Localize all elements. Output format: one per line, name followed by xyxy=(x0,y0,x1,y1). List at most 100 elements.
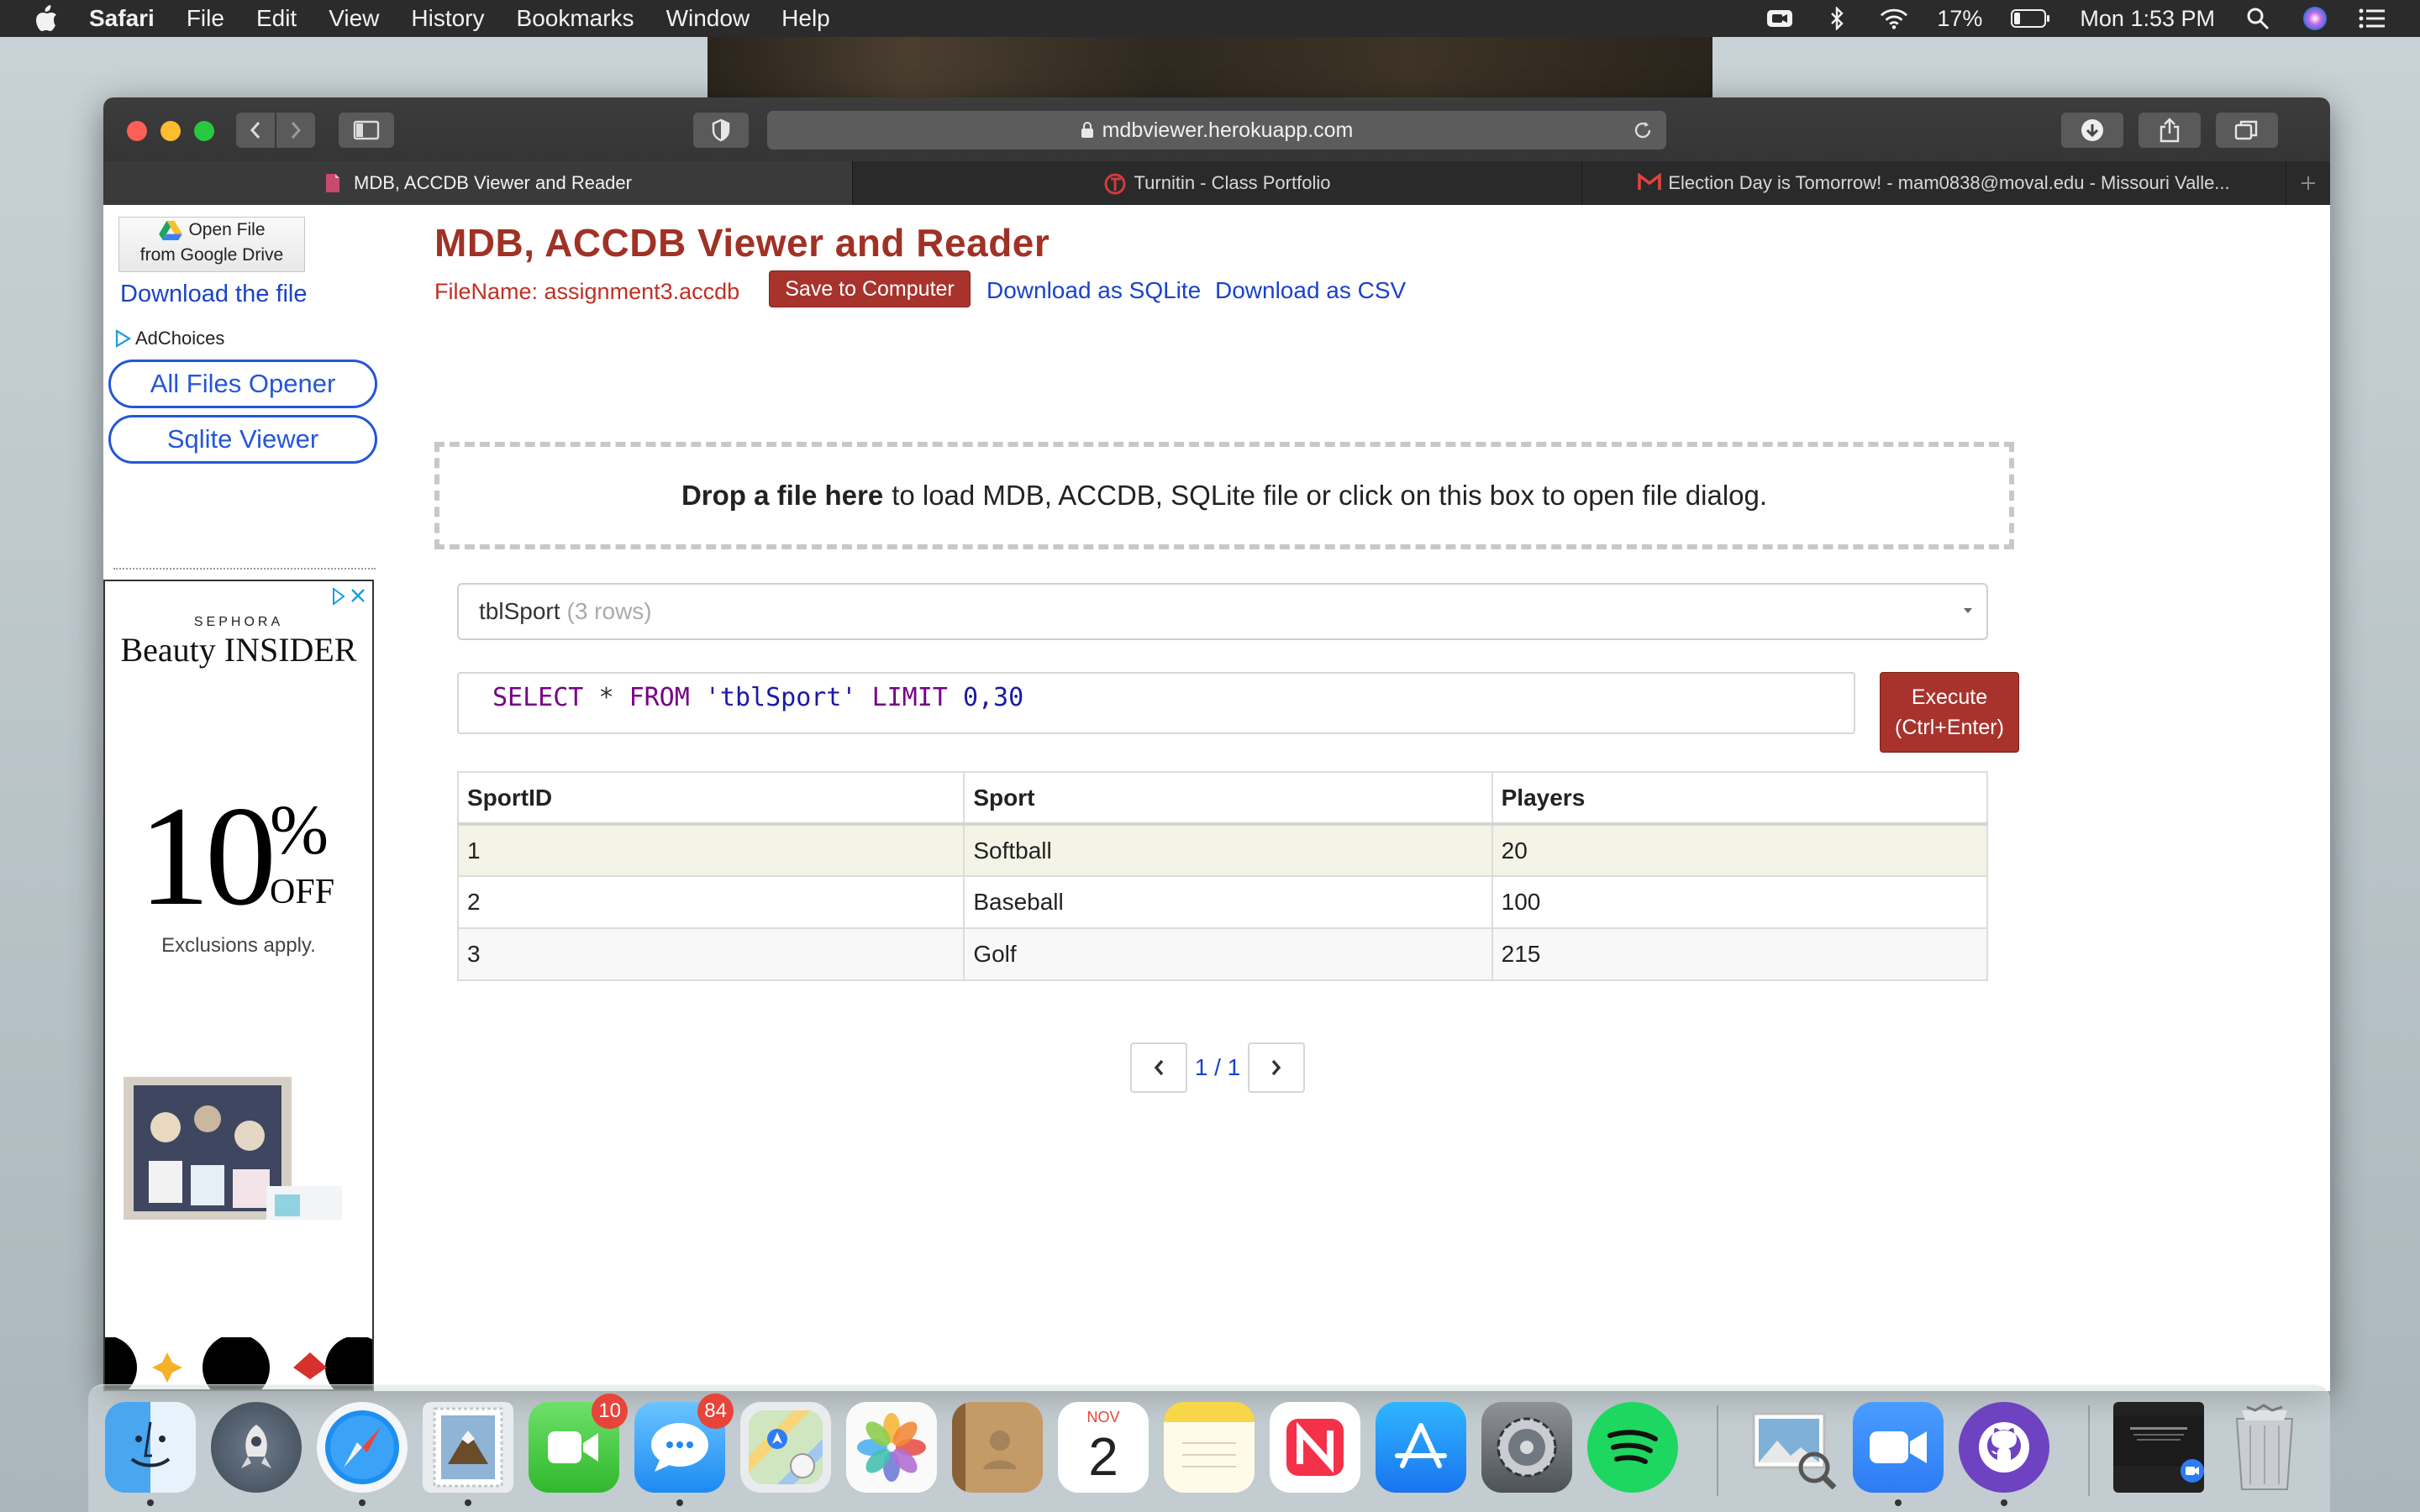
page-title: MDB, ACCDB Viewer and Reader xyxy=(434,221,1050,265)
sql-limit-range: 0,30 xyxy=(962,683,1024,712)
github-desktop-icon[interactable] xyxy=(1959,1402,2049,1493)
sqlite-viewer-button[interactable]: Sqlite Viewer xyxy=(108,415,377,464)
safari-window: mdbviewer.herokuapp.com MDB, ACCDB Viewe… xyxy=(103,97,2330,1391)
notification-center-icon[interactable] xyxy=(2358,6,2386,31)
preview-icon[interactable] xyxy=(1747,1402,1838,1493)
address-bar[interactable]: mdbviewer.herokuapp.com xyxy=(767,111,1666,150)
menu-view[interactable]: View xyxy=(329,5,379,32)
ad-discount-number: 10 xyxy=(139,777,276,935)
messages-icon[interactable]: 84 xyxy=(634,1394,734,1493)
zoom-window-thumbnail[interactable] xyxy=(2113,1402,2204,1493)
back-button[interactable] xyxy=(236,113,275,148)
execute-button[interactable]: Execute (Ctrl+Enter) xyxy=(1880,672,2019,753)
spotify-icon[interactable] xyxy=(1587,1402,1678,1493)
column-header-players[interactable]: Players xyxy=(1491,771,1989,826)
adchoices-icon xyxy=(115,329,132,348)
privacy-report-button[interactable] xyxy=(693,113,749,148)
downloads-button[interactable] xyxy=(2061,113,2123,148)
facetime-icon[interactable]: 10 xyxy=(529,1394,628,1493)
column-header-sportid[interactable]: SportID xyxy=(456,771,965,826)
menu-help[interactable]: Help xyxy=(781,5,830,32)
menu-history[interactable]: History xyxy=(411,5,484,32)
all-files-opener-button[interactable]: All Files Opener xyxy=(108,360,377,408)
share-button[interactable] xyxy=(2139,113,2201,148)
trash-icon[interactable] xyxy=(2219,1402,2310,1493)
tab-overview-button[interactable] xyxy=(2216,113,2278,148)
sql-editor[interactable]: SELECT * FROM 'tblSport' LIMIT 0,30 xyxy=(457,672,1855,734)
download-csv-link[interactable]: Download as CSV xyxy=(1215,277,1406,304)
news-icon[interactable] xyxy=(1270,1402,1360,1493)
siri-icon[interactable] xyxy=(2301,6,2329,31)
calendar-month: NOV xyxy=(1086,1409,1120,1425)
tab-turnitin[interactable]: Turnitin - Class Portfolio xyxy=(853,161,1582,205)
menu-safari[interactable]: Safari xyxy=(89,5,155,32)
app-store-icon[interactable] xyxy=(1376,1402,1466,1493)
sephora-ad[interactable]: SEPHORA Beauty INSIDER 10 % OFF Exclusio… xyxy=(103,580,374,1391)
menu-window[interactable]: Window xyxy=(666,5,750,32)
clock[interactable]: Mon 1:53 PM xyxy=(2080,6,2215,32)
download-sqlite-link[interactable]: Download as SQLite xyxy=(986,277,1201,304)
document-favicon-icon xyxy=(324,173,342,193)
table-cell: 100 xyxy=(1491,875,1989,929)
bluetooth-icon[interactable] xyxy=(1823,6,1851,31)
open-from-google-drive-button[interactable]: Open File from Google Drive xyxy=(118,217,305,272)
selected-table-rows: (3 rows) xyxy=(566,598,652,624)
table-cell: Softball xyxy=(963,823,1493,877)
file-drop-zone[interactable]: Drop a file here to load MDB, ACCDB, SQL… xyxy=(434,442,2014,549)
save-to-computer-button[interactable]: Save to Computer xyxy=(769,270,971,307)
menu-file[interactable]: File xyxy=(187,5,224,32)
new-tab-button[interactable] xyxy=(2286,161,2330,205)
system-preferences-icon[interactable] xyxy=(1481,1402,1572,1493)
wifi-icon[interactable] xyxy=(1880,6,1908,31)
photos-icon[interactable] xyxy=(846,1402,937,1493)
spotlight-search-icon[interactable] xyxy=(2244,6,2272,31)
camera-icon[interactable] xyxy=(1765,6,1794,31)
execute-shortcut: (Ctrl+Enter) xyxy=(1895,716,2004,739)
calendar-icon[interactable]: NOV 2 xyxy=(1058,1402,1149,1493)
mail-stamp-icon[interactable] xyxy=(423,1402,513,1493)
launchpad-icon[interactable] xyxy=(211,1402,302,1493)
apple-icon[interactable] xyxy=(34,4,59,33)
column-header-sport[interactable]: Sport xyxy=(963,771,1493,826)
chevron-left-icon xyxy=(250,122,260,139)
reload-icon[interactable] xyxy=(1631,118,1655,142)
previous-page-button[interactable] xyxy=(1130,1042,1187,1093)
contacts-icon[interactable] xyxy=(952,1402,1043,1493)
dock: 10 84 NOV 2 xyxy=(88,1384,2330,1512)
maps-icon[interactable] xyxy=(740,1402,831,1493)
close-window-button[interactable] xyxy=(127,121,147,141)
forward-button[interactable] xyxy=(276,113,315,148)
table-select[interactable]: tblSport (3 rows) xyxy=(457,583,1988,640)
menu-bookmarks[interactable]: Bookmarks xyxy=(517,5,634,32)
tab-label: Turnitin - Class Portfolio xyxy=(1134,172,1331,193)
execute-label: Execute xyxy=(1911,685,1988,709)
ad-program: Beauty INSIDER xyxy=(120,631,357,669)
selected-table-name: tblSport xyxy=(479,598,560,624)
github-running-indicator xyxy=(2001,1499,2007,1506)
finder-running-indicator xyxy=(147,1499,154,1506)
mail-running-indicator xyxy=(465,1499,471,1506)
zoom-window-button[interactable] xyxy=(194,121,214,141)
tab-mdb-viewer[interactable]: MDB, ACCDB Viewer and Reader xyxy=(103,161,853,205)
adchoices[interactable]: AdChoices xyxy=(113,328,224,349)
table-row: 3 Golf 215 xyxy=(456,927,1989,981)
sql-keyword-from: FROM xyxy=(629,683,690,712)
sidebar-toggle-button[interactable] xyxy=(339,113,394,148)
menu-edit[interactable]: Edit xyxy=(256,5,297,32)
battery-icon[interactable] xyxy=(2011,6,2051,31)
dock-separator xyxy=(2088,1405,2090,1496)
notes-icon[interactable] xyxy=(1164,1402,1255,1493)
ad-close-icon[interactable] xyxy=(330,586,367,606)
download-file-link[interactable]: Download the file xyxy=(120,281,307,308)
minimize-window-button[interactable] xyxy=(160,121,181,141)
url-text: mdbviewer.herokuapp.com xyxy=(1102,118,1354,142)
safari-dock-icon[interactable] xyxy=(317,1402,408,1493)
next-page-button[interactable] xyxy=(1248,1042,1305,1093)
finder-icon[interactable] xyxy=(105,1402,196,1493)
sql-keyword-select: SELECT xyxy=(492,683,584,712)
tab-gmail[interactable]: Election Day is Tomorrow! - mam0838@mova… xyxy=(1582,161,2286,205)
calendar-day: 2 xyxy=(1088,1426,1118,1487)
share-icon xyxy=(2160,118,2180,143)
zoom-icon[interactable] xyxy=(1853,1402,1944,1493)
download-icon xyxy=(2081,119,2103,141)
